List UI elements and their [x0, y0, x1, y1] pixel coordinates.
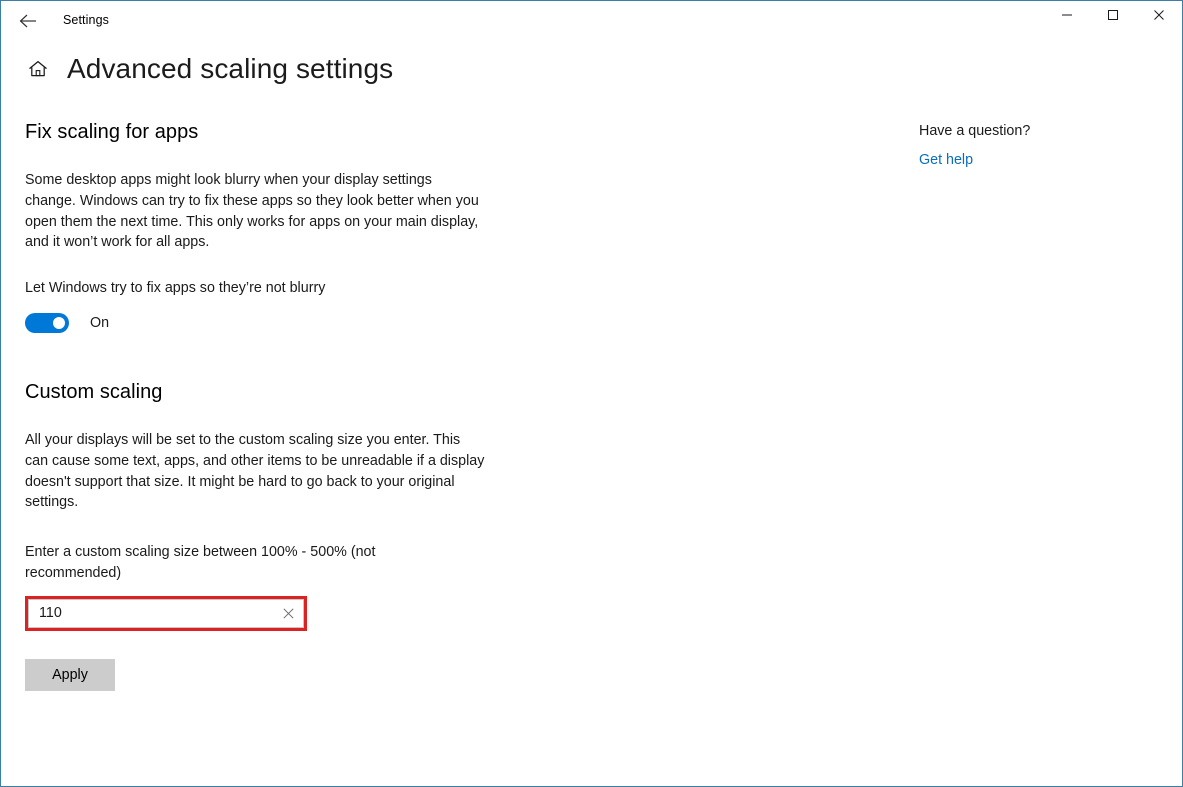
page-header: Advanced scaling settings [1, 49, 1182, 99]
maximize-button[interactable] [1090, 1, 1136, 33]
title-bar: Settings [1, 1, 1182, 42]
help-heading: Have a question? [919, 121, 1149, 141]
titlebar-title: Settings [63, 12, 109, 28]
close-button[interactable] [1136, 1, 1182, 33]
close-icon [1153, 8, 1165, 26]
arrow-left-icon [18, 13, 38, 29]
page-title: Advanced scaling settings [67, 47, 393, 91]
back-button[interactable] [9, 5, 47, 37]
home-icon[interactable] [25, 56, 51, 82]
apply-button[interactable]: Apply [25, 659, 115, 691]
custom-scaling-input[interactable] [28, 599, 304, 628]
fix-apps-toggle-label: Let Windows try to fix apps so they’re n… [25, 278, 495, 299]
settings-window: Settings [0, 0, 1183, 787]
maximize-icon [1107, 8, 1119, 26]
fix-apps-toggle-row: On [25, 312, 495, 334]
fix-apps-toggle[interactable] [25, 313, 69, 333]
main-content: Fix scaling for apps Some desktop apps m… [25, 119, 495, 691]
custom-scaling-description: All your displays will be set to the cus… [25, 430, 485, 513]
help-pane: Have a question? Get help [919, 121, 1149, 170]
clear-input-icon[interactable] [278, 604, 298, 623]
get-help-link[interactable]: Get help [919, 150, 973, 170]
custom-scaling-heading: Custom scaling [25, 379, 495, 405]
fix-apps-toggle-state: On [90, 313, 109, 333]
custom-scaling-input-highlight [25, 596, 307, 631]
fix-scaling-heading: Fix scaling for apps [25, 119, 495, 145]
fix-scaling-description: Some desktop apps might look blurry when… [25, 170, 480, 253]
custom-scaling-input-label: Enter a custom scaling size between 100%… [25, 542, 405, 584]
minimize-button[interactable] [1044, 1, 1090, 33]
toggle-knob [53, 317, 65, 329]
minimize-icon [1061, 8, 1073, 26]
